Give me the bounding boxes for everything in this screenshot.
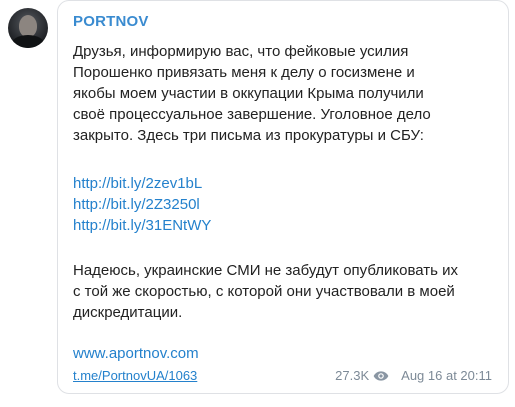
- message-line: якобы моем участии в оккупации Крыма пол…: [73, 85, 424, 102]
- letter-link-1[interactable]: http://bit.ly/2zev1bL: [73, 173, 493, 194]
- message-footer: t.me/PortnovUA/1063 27.3K Aug 16 at 20:1…: [73, 368, 496, 386]
- message-paragraph-2: Надеюсь, украинские СМИ не забудут опубл…: [73, 260, 493, 323]
- website-link[interactable]: www.aportnov.com: [73, 343, 493, 364]
- message-line: Порошенко привязать меня к делу о госизм…: [73, 64, 415, 81]
- post-timestamp: Aug 16 at 20:11: [401, 368, 492, 383]
- message-line: с той же скоростью, с которой они участв…: [73, 283, 455, 300]
- message-line: закрыто. Здесь три письма из прокуратуры…: [73, 127, 424, 144]
- message-website: www.aportnov.com: [73, 343, 493, 364]
- message-line: своё процессуальное завершение. Уголовно…: [73, 106, 431, 123]
- eye-icon: [373, 370, 389, 381]
- message-links: http://bit.ly/2zev1bL http://bit.ly/2Z32…: [73, 173, 493, 236]
- post-meta: 27.3K Aug 16 at 20:11: [335, 368, 492, 383]
- avatar-shoulders: [11, 35, 45, 48]
- channel-avatar[interactable]: [8, 8, 48, 48]
- telegram-post: PORTNOV Друзья, информирую вас, что фейк…: [0, 0, 515, 407]
- letter-link-2[interactable]: http://bit.ly/2Z3250l: [73, 194, 493, 215]
- message-paragraph-1: Друзья, информирую вас, что фейковые уси…: [73, 41, 493, 146]
- message-line: Надеюсь, украинские СМИ не забудут опубл…: [73, 262, 459, 279]
- channel-name[interactable]: PORTNOV: [73, 13, 149, 30]
- avatar-face: [19, 15, 37, 37]
- post-permalink[interactable]: t.me/PortnovUA/1063: [73, 368, 197, 383]
- views-count: 27.3K: [335, 368, 370, 383]
- message-line: Друзья, информирую вас, что фейковые уси…: [73, 43, 409, 60]
- message-bubble: PORTNOV Друзья, информирую вас, что фейк…: [57, 0, 509, 394]
- letter-link-3[interactable]: http://bit.ly/31ENtWY: [73, 215, 493, 236]
- message-line: дискредитации.: [73, 304, 183, 321]
